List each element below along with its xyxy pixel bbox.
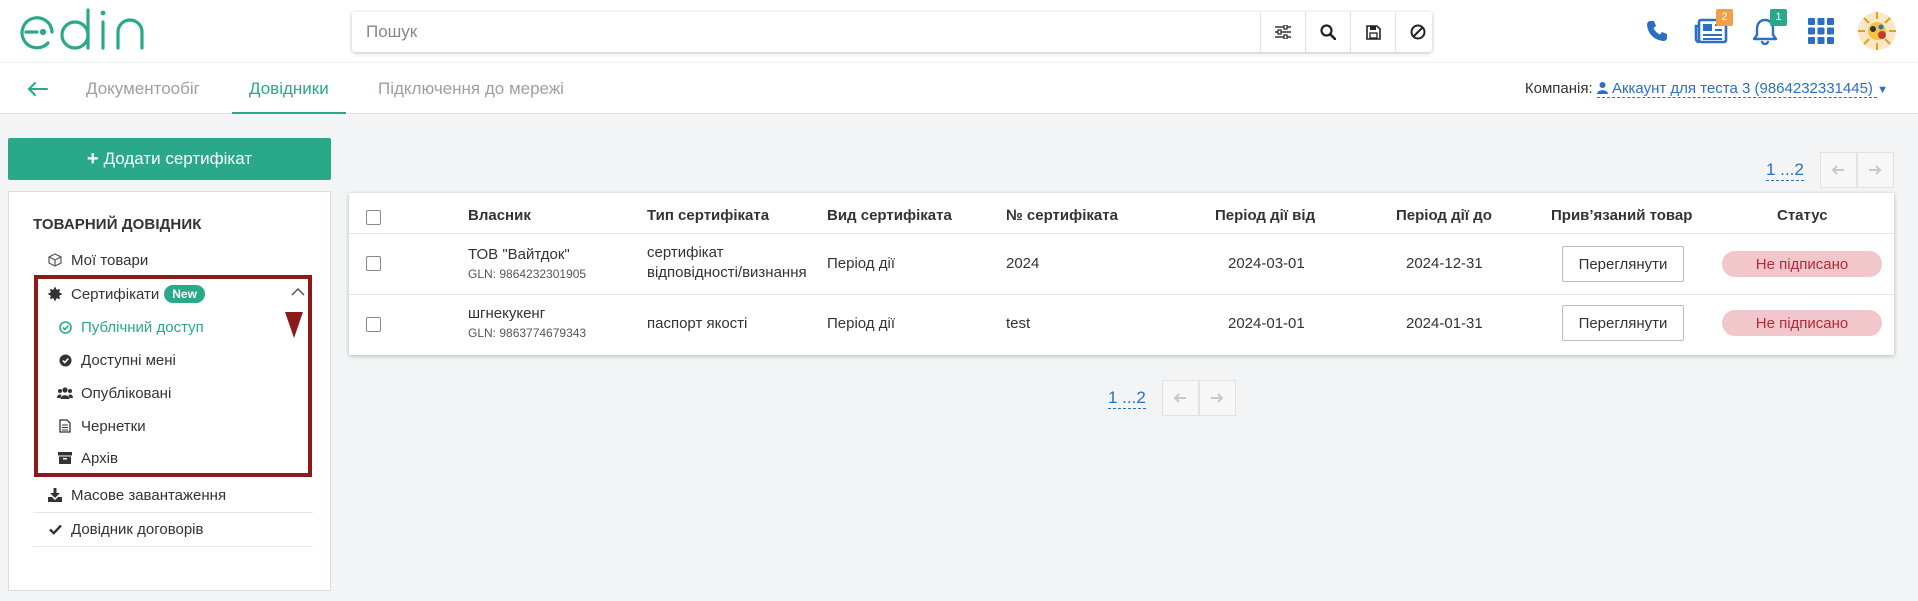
company-selector: Компанія: Аккаунт для теста 3 (986423233… [1524, 80, 1888, 98]
sidebar-item-contracts[interactable]: Довідник договорів [33, 513, 313, 547]
owner-gln: GLN: 9864232301905 [468, 267, 587, 281]
cancel-icon [1410, 24, 1426, 40]
prev-page-button[interactable] [1161, 380, 1199, 416]
view-product-button[interactable]: Переглянути [1562, 305, 1684, 341]
caret-down-icon[interactable]: ▼ [1877, 84, 1888, 96]
kind-cell: Період дії [827, 315, 895, 332]
tab-directories[interactable]: Довідники [232, 63, 346, 114]
row-checkbox[interactable] [366, 256, 381, 271]
company-dropdown[interactable]: Аккаунт для теста 3 (9864232331445) [1596, 80, 1878, 98]
sidebar-item-label: Довідник договорів [71, 521, 204, 538]
prev-page-button[interactable] [1819, 152, 1857, 188]
col-cert-type: Тип сертифіката [647, 207, 770, 224]
col-owner: Власник [468, 207, 531, 224]
next-page-button[interactable] [1856, 152, 1894, 188]
kind-cell: Період дії [827, 255, 895, 272]
type-line-2: відповідності/визнання [647, 264, 807, 281]
pagination-pages[interactable]: 1 ...2 [1108, 388, 1146, 409]
save-search-button[interactable] [1350, 12, 1395, 52]
next-page-button[interactable] [1198, 380, 1236, 416]
nav-bar: Документообіг Довідники Підключення до м… [0, 62, 1918, 114]
clear-search-button[interactable] [1395, 12, 1440, 52]
type-cell: паспорт якості [647, 315, 748, 332]
sidebar-item-my-goods[interactable]: Мої товари [33, 244, 313, 276]
owner-gln: GLN: 9863774679343 [468, 326, 587, 340]
col-valid-from: Період дії від [1215, 207, 1316, 224]
tab-network-connection[interactable]: Підключення до мережі [378, 63, 564, 114]
add-certificate-button[interactable]: + Додати сертифікат [8, 138, 331, 180]
news-badge: 2 [1716, 9, 1733, 26]
select-all-checkbox[interactable] [366, 210, 381, 225]
table-row[interactable]: шгнекукенг GLN: 9863774679343 паспорт як… [349, 294, 1894, 355]
to-cell: 2024-12-31 [1406, 255, 1483, 272]
type-cell: сертифікат відповідності/визнання [647, 243, 807, 283]
add-certificate-label: Додати сертифікат [103, 149, 253, 168]
col-status: Статус [1777, 207, 1828, 224]
search-input[interactable] [352, 12, 1260, 52]
owner-cell: шгнекукенг GLN: 9863774679343 [468, 305, 586, 340]
filter-button[interactable] [1260, 12, 1305, 52]
pagination-top: 1 ...2 [1766, 151, 1894, 189]
box-icon [47, 252, 63, 268]
row-checkbox[interactable] [366, 317, 381, 332]
type-line-1: сертифікат [647, 244, 724, 261]
checkmark-icon [47, 522, 63, 538]
company-label: Компанія: [1524, 80, 1593, 97]
filter-icon [1275, 25, 1291, 39]
table-row[interactable]: ТОВ "Вайтдок" GLN: 9864232301905 сертифі… [349, 233, 1894, 294]
arrow-right-icon [1211, 393, 1224, 403]
sidebar-item-label: Мої товари [71, 251, 149, 269]
user-avatar[interactable] [1856, 10, 1898, 52]
col-valid-to: Період дії до [1396, 207, 1492, 224]
number-cell: test [1006, 315, 1031, 332]
from-cell: 2024-03-01 [1228, 255, 1305, 272]
grid-apps-icon [1808, 18, 1834, 44]
to-cell: 2024-01-31 [1406, 315, 1483, 332]
view-product-button[interactable]: Переглянути [1562, 246, 1684, 282]
user-icon [1596, 82, 1608, 94]
col-cert-kind: Вид сертифіката [827, 207, 952, 224]
plus-icon: + [86, 147, 99, 170]
search-button[interactable] [1305, 12, 1350, 52]
sidebar-item-label: Масове завантаження [71, 486, 227, 504]
col-linked-product: Прив’язаний товар [1551, 207, 1693, 224]
back-arrow-icon[interactable] [26, 77, 50, 101]
annotation-pointer [285, 312, 303, 338]
tab-document-flow[interactable]: Документообіг [86, 63, 200, 114]
highlight-annotation [34, 275, 312, 477]
search-bar [352, 12, 1432, 52]
owner-cell: ТОВ "Вайтдок" GLN: 9864232301905 [468, 246, 586, 281]
status-badge: Не підписано [1722, 310, 1882, 336]
phone-button[interactable] [1640, 14, 1674, 48]
company-name: Аккаунт для теста 3 (9864232331445) [1611, 80, 1873, 97]
news-button[interactable]: 2 [1694, 9, 1733, 48]
owner-name: ТОВ "Вайтдок" [468, 246, 570, 263]
download-icon [47, 487, 63, 503]
col-cert-number: № сертифіката [1006, 207, 1118, 224]
certificates-table: Власник Тип сертифіката Вид сертифіката … [349, 193, 1894, 355]
number-cell: 2024 [1006, 255, 1040, 272]
avatar-icon [1858, 12, 1896, 50]
arrow-left-icon [1831, 165, 1845, 175]
sidebar-title: ТОВАРНИЙ ДОВІДНИК [33, 216, 202, 233]
arrow-left-icon [1173, 393, 1187, 403]
save-icon [1365, 24, 1381, 40]
status-badge: Не підписано [1722, 251, 1882, 277]
pagination-bottom: 1 ...2 [1108, 379, 1236, 417]
notifications-badge: 1 [1770, 9, 1787, 26]
from-cell: 2024-01-01 [1228, 315, 1305, 332]
top-bar: 2 1 [0, 0, 1918, 62]
owner-name: шгнекукенг [468, 305, 546, 322]
apps-button[interactable] [1804, 14, 1838, 48]
phone-icon [1647, 21, 1667, 41]
arrow-right-icon [1869, 165, 1882, 175]
pagination-pages[interactable]: 1 ...2 [1766, 160, 1804, 181]
notifications-button[interactable]: 1 [1748, 9, 1787, 48]
edin-logo[interactable] [18, 8, 168, 54]
sidebar-item-mass-upload[interactable]: Масове завантаження [33, 478, 313, 513]
search-icon [1320, 24, 1336, 40]
